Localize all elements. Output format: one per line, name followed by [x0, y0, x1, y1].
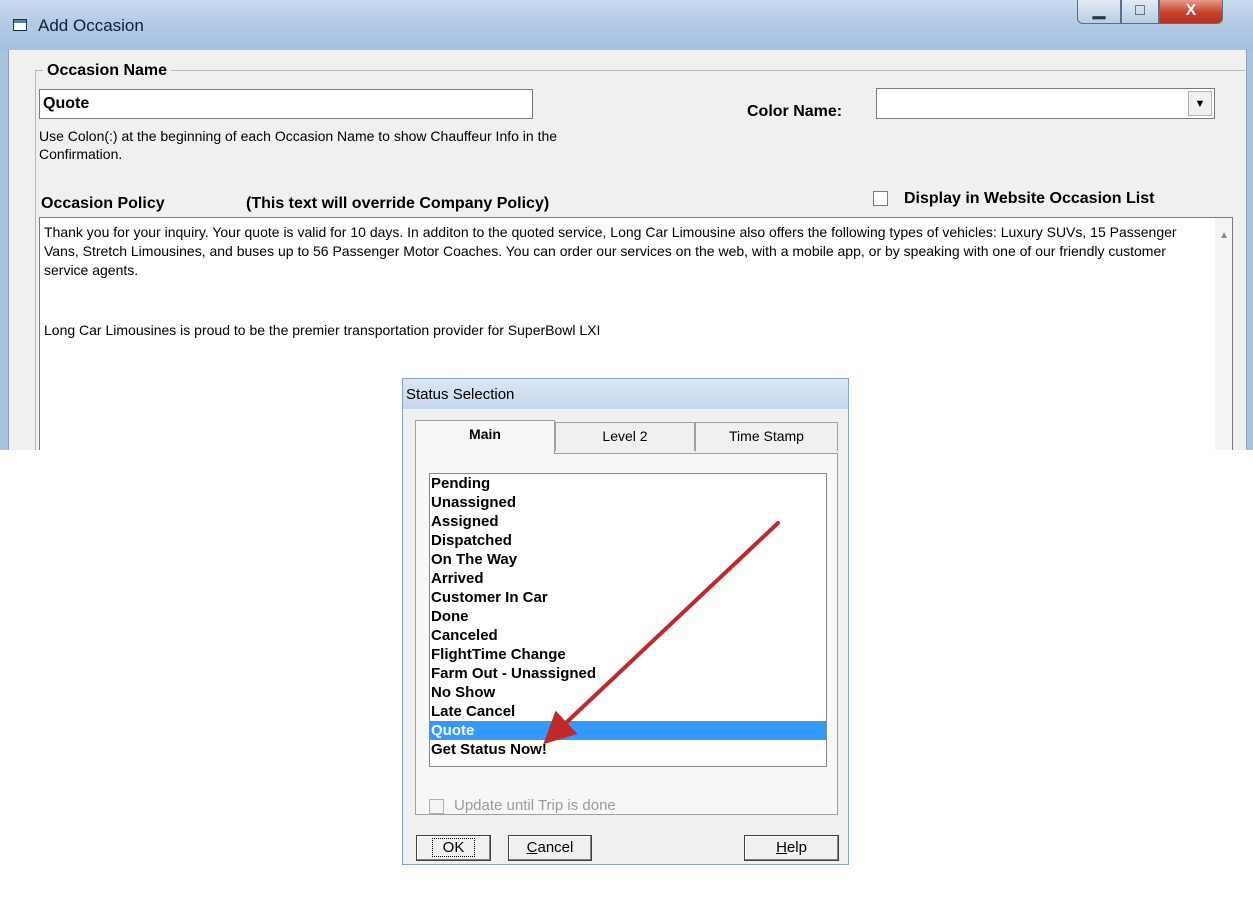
occasion-name-input[interactable]: Quote — [39, 89, 533, 119]
display-in-website-label[interactable]: Display in Website Occasion List — [904, 190, 1154, 208]
occasion-policy-label: Occasion Policy — [41, 195, 165, 212]
list-item[interactable]: Assigned — [430, 512, 826, 531]
update-until-done-label: Update until Trip is done — [454, 797, 616, 814]
policy-scrollbar[interactable]: ▲ — [1215, 218, 1232, 450]
ok-button-label: OK — [431, 838, 476, 857]
tab-time-stamp[interactable]: Time Stamp — [695, 422, 838, 451]
tab-panel-main: Pending Unassigned Assigned Dispatched O… — [415, 453, 838, 815]
list-item[interactable]: Done — [430, 607, 826, 626]
window-icon — [13, 19, 27, 31]
list-item[interactable]: No Show — [430, 683, 826, 702]
list-item[interactable]: Farm Out - Unassigned — [430, 664, 826, 683]
title-bar[interactable]: Add Occasion ▁ □ X — [0, 0, 1253, 50]
policy-paragraph-2: Long Car Limousines is proud to be the p… — [44, 322, 601, 338]
color-name-dropdown[interactable]: ▼ — [876, 88, 1215, 119]
occasion-policy-note: (This text will override Company Policy) — [246, 195, 550, 212]
status-selection-dialog: Status Selection Main Level 2 Time Stamp… — [402, 378, 849, 865]
update-until-done-checkbox[interactable] — [429, 799, 444, 814]
cancel-button[interactable]: Cancel — [508, 835, 592, 861]
dialog-title-bar[interactable]: Status Selection — [403, 379, 848, 409]
help-button[interactable]: Help — [744, 835, 839, 861]
list-item[interactable]: Dispatched — [430, 531, 826, 550]
list-item[interactable]: Get Status Now! — [430, 740, 826, 759]
status-list[interactable]: Pending Unassigned Assigned Dispatched O… — [429, 473, 827, 767]
list-item[interactable]: Unassigned — [430, 493, 826, 512]
scroll-up-icon[interactable]: ▲ — [1219, 230, 1229, 241]
display-in-website-checkbox[interactable] — [873, 191, 888, 206]
list-item-selected[interactable]: Quote — [430, 721, 826, 740]
policy-paragraph-1: Thank you for your inquiry. Your quote i… — [44, 224, 1177, 278]
tab-main[interactable]: Main — [415, 420, 555, 454]
list-item[interactable]: Pending — [430, 474, 826, 493]
window-title: Add Occasion — [38, 16, 144, 35]
list-item[interactable]: Customer In Car — [430, 588, 826, 607]
list-item[interactable]: On The Way — [430, 550, 826, 569]
occasion-name-group-label: Occasion Name — [43, 62, 172, 80]
maximize-button[interactable]: □ — [1121, 0, 1159, 24]
occasion-name-hint: Use Colon(:) at the beginning of each Oc… — [39, 128, 558, 162]
dialog-title: Status Selection — [406, 386, 515, 403]
minimize-button[interactable]: ▁ — [1077, 0, 1121, 24]
color-name-label: Color Name: — [747, 103, 843, 120]
list-item[interactable]: Canceled — [430, 626, 826, 645]
list-item[interactable]: Arrived — [430, 569, 826, 588]
chevron-down-icon[interactable]: ▼ — [1188, 91, 1212, 116]
close-button[interactable]: X — [1159, 0, 1223, 24]
tab-level-2[interactable]: Level 2 — [555, 422, 695, 451]
ok-button[interactable]: OK — [416, 835, 491, 861]
list-item[interactable]: Late Cancel — [430, 702, 826, 721]
list-item[interactable]: FlightTime Change — [430, 645, 826, 664]
window-frame-left — [0, 50, 8, 450]
